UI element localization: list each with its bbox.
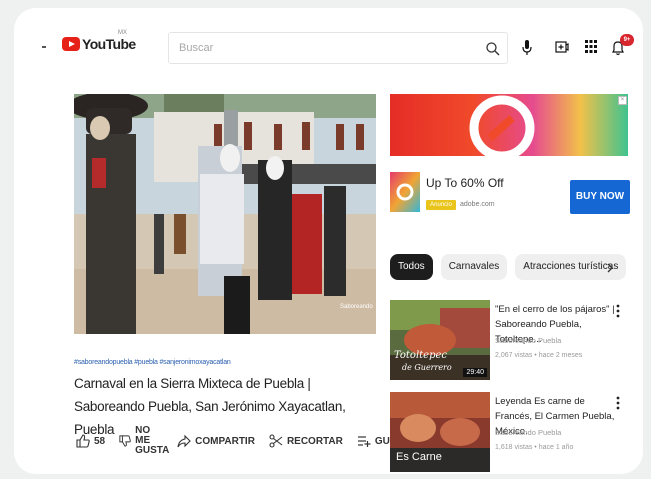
thumbnail-caption-line1: Es Carne xyxy=(396,451,442,463)
clip-label: RECORTAR xyxy=(286,435,343,447)
recommended-video[interactable]: Es Carne Leyenda Es carne de Francés, El… xyxy=(390,392,630,472)
add-to-playlist-icon xyxy=(357,436,371,447)
dislike-label: NO ME GUSTA xyxy=(135,425,169,456)
play-logo-icon xyxy=(62,37,80,51)
youtube-logo[interactable]: YouTube xyxy=(62,36,136,52)
search-input[interactable]: Buscar xyxy=(179,42,213,54)
video-thumbnail[interactable]: Totoltepec de Guerrero 29:40 xyxy=(390,300,490,380)
like-button[interactable]: 58 xyxy=(76,434,105,448)
youtube-window: YouTube MX Buscar 9+ Saboreando #saborea… xyxy=(14,8,643,474)
scissors-icon xyxy=(269,434,283,448)
apps-grid-icon[interactable] xyxy=(584,39,598,55)
chip-todos[interactable]: Todos xyxy=(390,254,433,280)
ad-graphic xyxy=(390,94,628,156)
filter-chips: Todos Carnavales Atracciones turísticas xyxy=(390,254,634,280)
dislike-label-line2: GUSTA xyxy=(135,445,170,456)
chip-carnavales[interactable]: Carnavales xyxy=(440,254,508,280)
more-options-icon[interactable] xyxy=(616,304,620,318)
logo-text: YouTube xyxy=(82,36,136,52)
share-label: COMPARTIR xyxy=(195,435,255,447)
thumbnail-caption-line1: Totoltepec xyxy=(394,350,448,361)
thumbs-up-icon xyxy=(76,434,90,448)
ad-brand-logo-icon xyxy=(390,172,420,212)
ad-sponsored-tag: Anuncio xyxy=(426,200,456,210)
ad-close-icon[interactable]: × xyxy=(618,96,627,105)
ad-banner-image[interactable] xyxy=(390,94,628,156)
video-hashtags[interactable]: #saboreandopuebla #puebla #sanjeronimoxa… xyxy=(74,359,231,366)
top-bar: YouTube MX Buscar 9+ xyxy=(14,8,643,76)
video-thumbnail[interactable]: Es Carne xyxy=(390,392,490,472)
more-options-icon[interactable] xyxy=(616,396,620,410)
svg-text:Saboreando: Saboreando xyxy=(340,304,373,310)
video-actions-bar: 58 NO ME GUSTA COMPARTIR RECORTAR xyxy=(76,426,440,456)
dislike-label-line1: NO ME xyxy=(135,425,151,446)
search-box[interactable]: Buscar xyxy=(168,32,508,64)
thumbs-down-icon xyxy=(119,435,131,447)
menu-icon[interactable] xyxy=(42,46,46,48)
ad-headline[interactable]: Up To 60% Off xyxy=(426,176,504,190)
video-duration: 29:40 xyxy=(463,368,487,377)
microphone-icon[interactable] xyxy=(522,40,532,56)
dislike-button[interactable]: NO ME GUSTA xyxy=(119,425,169,456)
video-views-age: 1,618 vistas • hace 1 año xyxy=(495,444,574,451)
channel-name[interactable]: Saboreando Puebla xyxy=(495,428,561,437)
buy-now-button[interactable]: BUY NOW xyxy=(570,180,630,214)
search-icon[interactable] xyxy=(485,41,501,57)
clip-button[interactable]: RECORTAR xyxy=(269,434,343,448)
logo-country-code: MX xyxy=(118,30,127,36)
channel-name[interactable]: Saboreando Puebla xyxy=(495,336,561,345)
notification-count-badge: 9+ xyxy=(620,34,634,46)
share-button[interactable]: COMPARTIR xyxy=(177,434,255,448)
thumbnail-caption-line2: de Guerrero xyxy=(402,363,452,372)
recommended-video[interactable]: Totoltepec de Guerrero 29:40 "En el cerr… xyxy=(390,300,630,380)
create-video-icon[interactable] xyxy=(555,40,569,54)
share-arrow-icon xyxy=(177,434,191,448)
like-count: 58 xyxy=(94,435,106,447)
ad-domain[interactable]: adobe.com xyxy=(460,200,495,210)
video-player[interactable]: Saboreando xyxy=(74,94,376,334)
chevron-right-icon[interactable] xyxy=(606,263,614,273)
video-frame-image: Saboreando xyxy=(74,94,376,334)
video-views-age: 2,067 vistas • hace 2 meses xyxy=(495,352,583,359)
